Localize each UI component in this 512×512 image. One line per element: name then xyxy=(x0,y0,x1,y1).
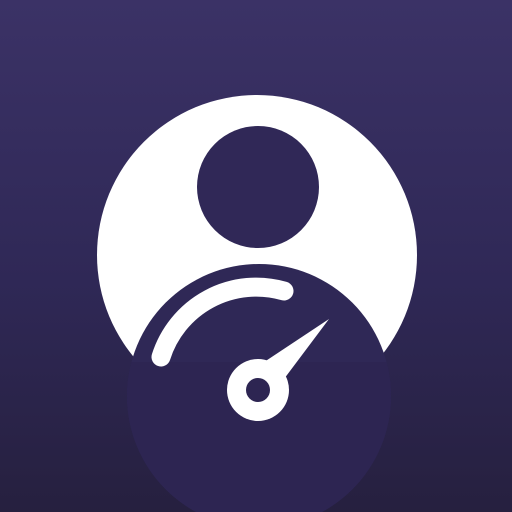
app-icon xyxy=(0,0,512,512)
user-speedometer-icon xyxy=(97,95,417,512)
gauge-pivot-hole xyxy=(246,378,270,402)
user-head-icon xyxy=(197,126,319,248)
